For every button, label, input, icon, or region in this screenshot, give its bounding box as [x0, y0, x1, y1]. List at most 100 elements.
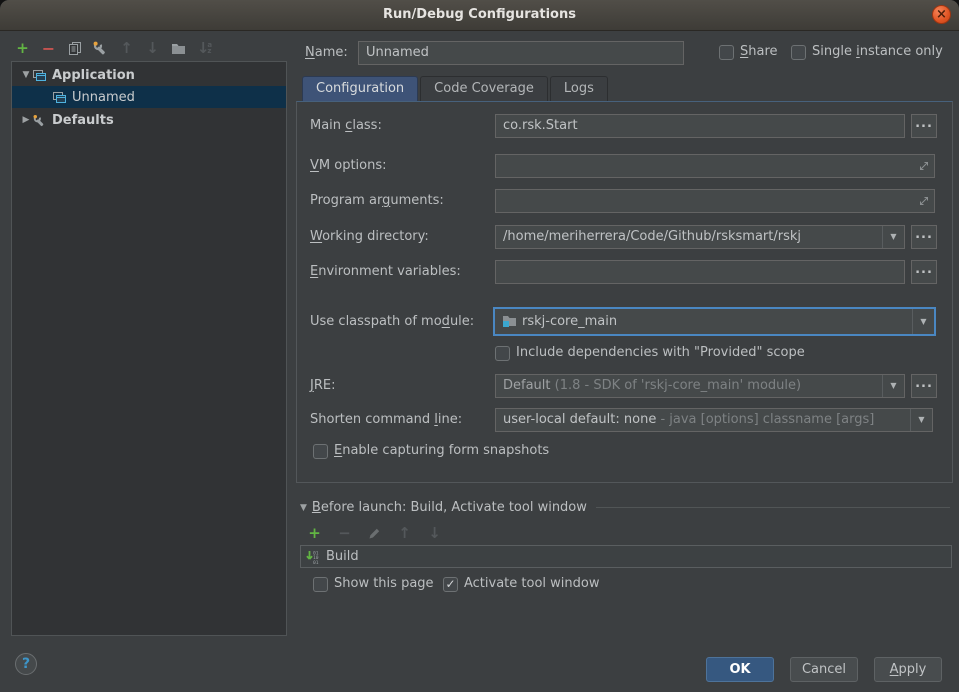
- arrow-up-icon: ↑: [398, 524, 411, 542]
- apply-button[interactable]: Apply: [874, 657, 942, 682]
- module-icon: [502, 314, 517, 327]
- tab-bar: Configuration Code Coverage Logs: [302, 77, 608, 101]
- ok-button[interactable]: OK: [706, 657, 774, 682]
- folder-icon: [171, 42, 186, 55]
- create-folder-button[interactable]: [170, 39, 187, 57]
- close-button[interactable]: ×: [932, 5, 951, 24]
- activate-tool-window-label: Activate tool window: [464, 576, 599, 592]
- tree-toolbar: + − ↑ ↓ ↓az: [14, 38, 213, 58]
- program-arguments-input[interactable]: [495, 189, 935, 213]
- working-directory-browse-button[interactable]: ...: [911, 225, 937, 249]
- help-button[interactable]: ?: [15, 653, 37, 675]
- tree-item-unnamed[interactable]: Unnamed: [12, 86, 286, 108]
- chevron-down-icon[interactable]: ▼: [912, 309, 934, 334]
- minus-icon: −: [338, 524, 351, 542]
- environment-variables-input[interactable]: [495, 260, 905, 284]
- wrench-icon: [32, 114, 47, 127]
- tree-expanded-icon[interactable]: ▼: [20, 70, 32, 80]
- tree-item-label: Unnamed: [72, 90, 135, 105]
- tab-logs[interactable]: Logs: [550, 76, 608, 101]
- share-checkbox[interactable]: [719, 45, 734, 60]
- main-class-browse-button[interactable]: ...: [911, 114, 937, 138]
- single-instance-checkbox[interactable]: [791, 45, 806, 60]
- svg-text:01: 01: [313, 559, 319, 563]
- expand-field-icon[interactable]: [918, 160, 930, 172]
- chevron-down-icon[interactable]: ▼: [910, 409, 932, 431]
- name-label: Name:: [305, 44, 348, 62]
- application-icon: [32, 69, 47, 82]
- before-launch-section-header[interactable]: ▼ Before launch: Build, Activate tool wi…: [300, 500, 950, 515]
- checkmark-icon: ✓: [445, 577, 455, 591]
- question-icon: ?: [22, 656, 30, 672]
- section-separator: [596, 507, 950, 508]
- include-provided-scope-label: Include dependencies with "Provided" sco…: [516, 345, 805, 361]
- show-this-page-checkbox[interactable]: [313, 577, 328, 592]
- run-debug-configurations-dialog: Run/Debug Configurations × + − ↑ ↓: [0, 0, 959, 692]
- edit-task-button[interactable]: [366, 524, 383, 542]
- ellipsis-icon: ...: [915, 116, 933, 131]
- jre-combobox[interactable]: Default (1.8 - SDK of 'rskj-core_main' m…: [495, 374, 905, 398]
- capture-snapshots-checkbox[interactable]: [313, 444, 328, 459]
- use-classpath-of-module-label: Use classpath of module:: [310, 313, 474, 331]
- move-up-button[interactable]: ↑: [118, 39, 135, 57]
- main-class-label: Main class:: [310, 117, 382, 135]
- shorten-command-line-combobox[interactable]: user-local default: none - java [options…: [495, 408, 933, 432]
- add-configuration-button[interactable]: +: [14, 39, 31, 57]
- task-row-build[interactable]: 01 10 01 Build: [306, 549, 359, 564]
- task-label: Build: [326, 549, 359, 564]
- before-launch-task-list: 01 10 01 Build: [300, 545, 952, 568]
- ellipsis-icon: ...: [915, 227, 933, 242]
- copy-configuration-button[interactable]: [66, 39, 83, 57]
- single-instance-label: Single instance only: [812, 44, 943, 60]
- tree-collapsed-icon[interactable]: ▶: [20, 115, 32, 125]
- arrow-down-icon: ↓: [146, 39, 159, 57]
- add-task-button[interactable]: +: [306, 524, 323, 542]
- pencil-icon: [368, 527, 381, 540]
- main-class-input[interactable]: co.rsk.Start: [495, 114, 905, 138]
- vm-options-input[interactable]: [495, 154, 935, 178]
- move-task-up-button[interactable]: ↑: [396, 524, 413, 542]
- cancel-button[interactable]: Cancel: [790, 657, 858, 682]
- activate-tool-window-checkbox[interactable]: ✓: [443, 577, 458, 592]
- program-arguments-label: Program arguments:: [310, 192, 444, 210]
- before-launch-title: Before launch: Build, Activate tool wind…: [312, 500, 587, 515]
- edit-templates-button[interactable]: [92, 39, 109, 57]
- before-launch-toolbar: + − ↑ ↓: [306, 524, 443, 542]
- remove-task-button[interactable]: −: [336, 524, 353, 542]
- copy-icon: [68, 41, 82, 56]
- chevron-down-icon[interactable]: ▼: [882, 375, 904, 397]
- plus-icon: +: [308, 524, 321, 542]
- jre-browse-button[interactable]: ...: [911, 374, 937, 398]
- remove-configuration-button[interactable]: −: [40, 39, 57, 57]
- expand-field-icon[interactable]: [918, 195, 930, 207]
- plus-icon: +: [16, 39, 29, 57]
- sort-configurations-button[interactable]: ↓az: [196, 39, 213, 57]
- environment-variables-browse-button[interactable]: ...: [911, 260, 937, 284]
- tab-configuration[interactable]: Configuration: [302, 76, 418, 101]
- tab-code-coverage[interactable]: Code Coverage: [420, 76, 548, 101]
- include-provided-scope-checkbox[interactable]: [495, 346, 510, 361]
- environment-variables-label: Environment variables:: [310, 263, 461, 281]
- section-collapse-icon[interactable]: ▼: [300, 503, 307, 513]
- working-directory-combobox[interactable]: /home/meriherrera/Code/Github/rsksmart/r…: [495, 225, 905, 249]
- move-down-button[interactable]: ↓: [144, 39, 161, 57]
- tree-item-label: Application: [52, 68, 135, 83]
- arrow-down-icon: ↓: [428, 524, 441, 542]
- sort-az-icon: ↓az: [197, 39, 212, 57]
- module-combobox[interactable]: rskj-core_main ▼: [494, 308, 935, 335]
- minus-icon: −: [42, 39, 55, 58]
- tree-item-application[interactable]: ▼ Application: [12, 64, 286, 86]
- name-input[interactable]: Unnamed: [358, 41, 684, 65]
- working-directory-label: Working directory:: [310, 228, 429, 246]
- tree-item-label: Defaults: [52, 113, 114, 128]
- arrow-up-icon: ↑: [120, 39, 133, 57]
- move-task-down-button[interactable]: ↓: [426, 524, 443, 542]
- shorten-command-line-label: Shorten command line:: [310, 411, 462, 429]
- tree-item-defaults[interactable]: ▶ Defaults: [12, 109, 286, 131]
- application-icon: [52, 91, 67, 104]
- chevron-down-icon[interactable]: ▼: [882, 226, 904, 248]
- ellipsis-icon: ...: [915, 262, 933, 277]
- close-icon: ×: [936, 7, 947, 22]
- capture-snapshots-label: Enable capturing form snapshots: [334, 443, 549, 459]
- wrench-icon: [93, 41, 108, 56]
